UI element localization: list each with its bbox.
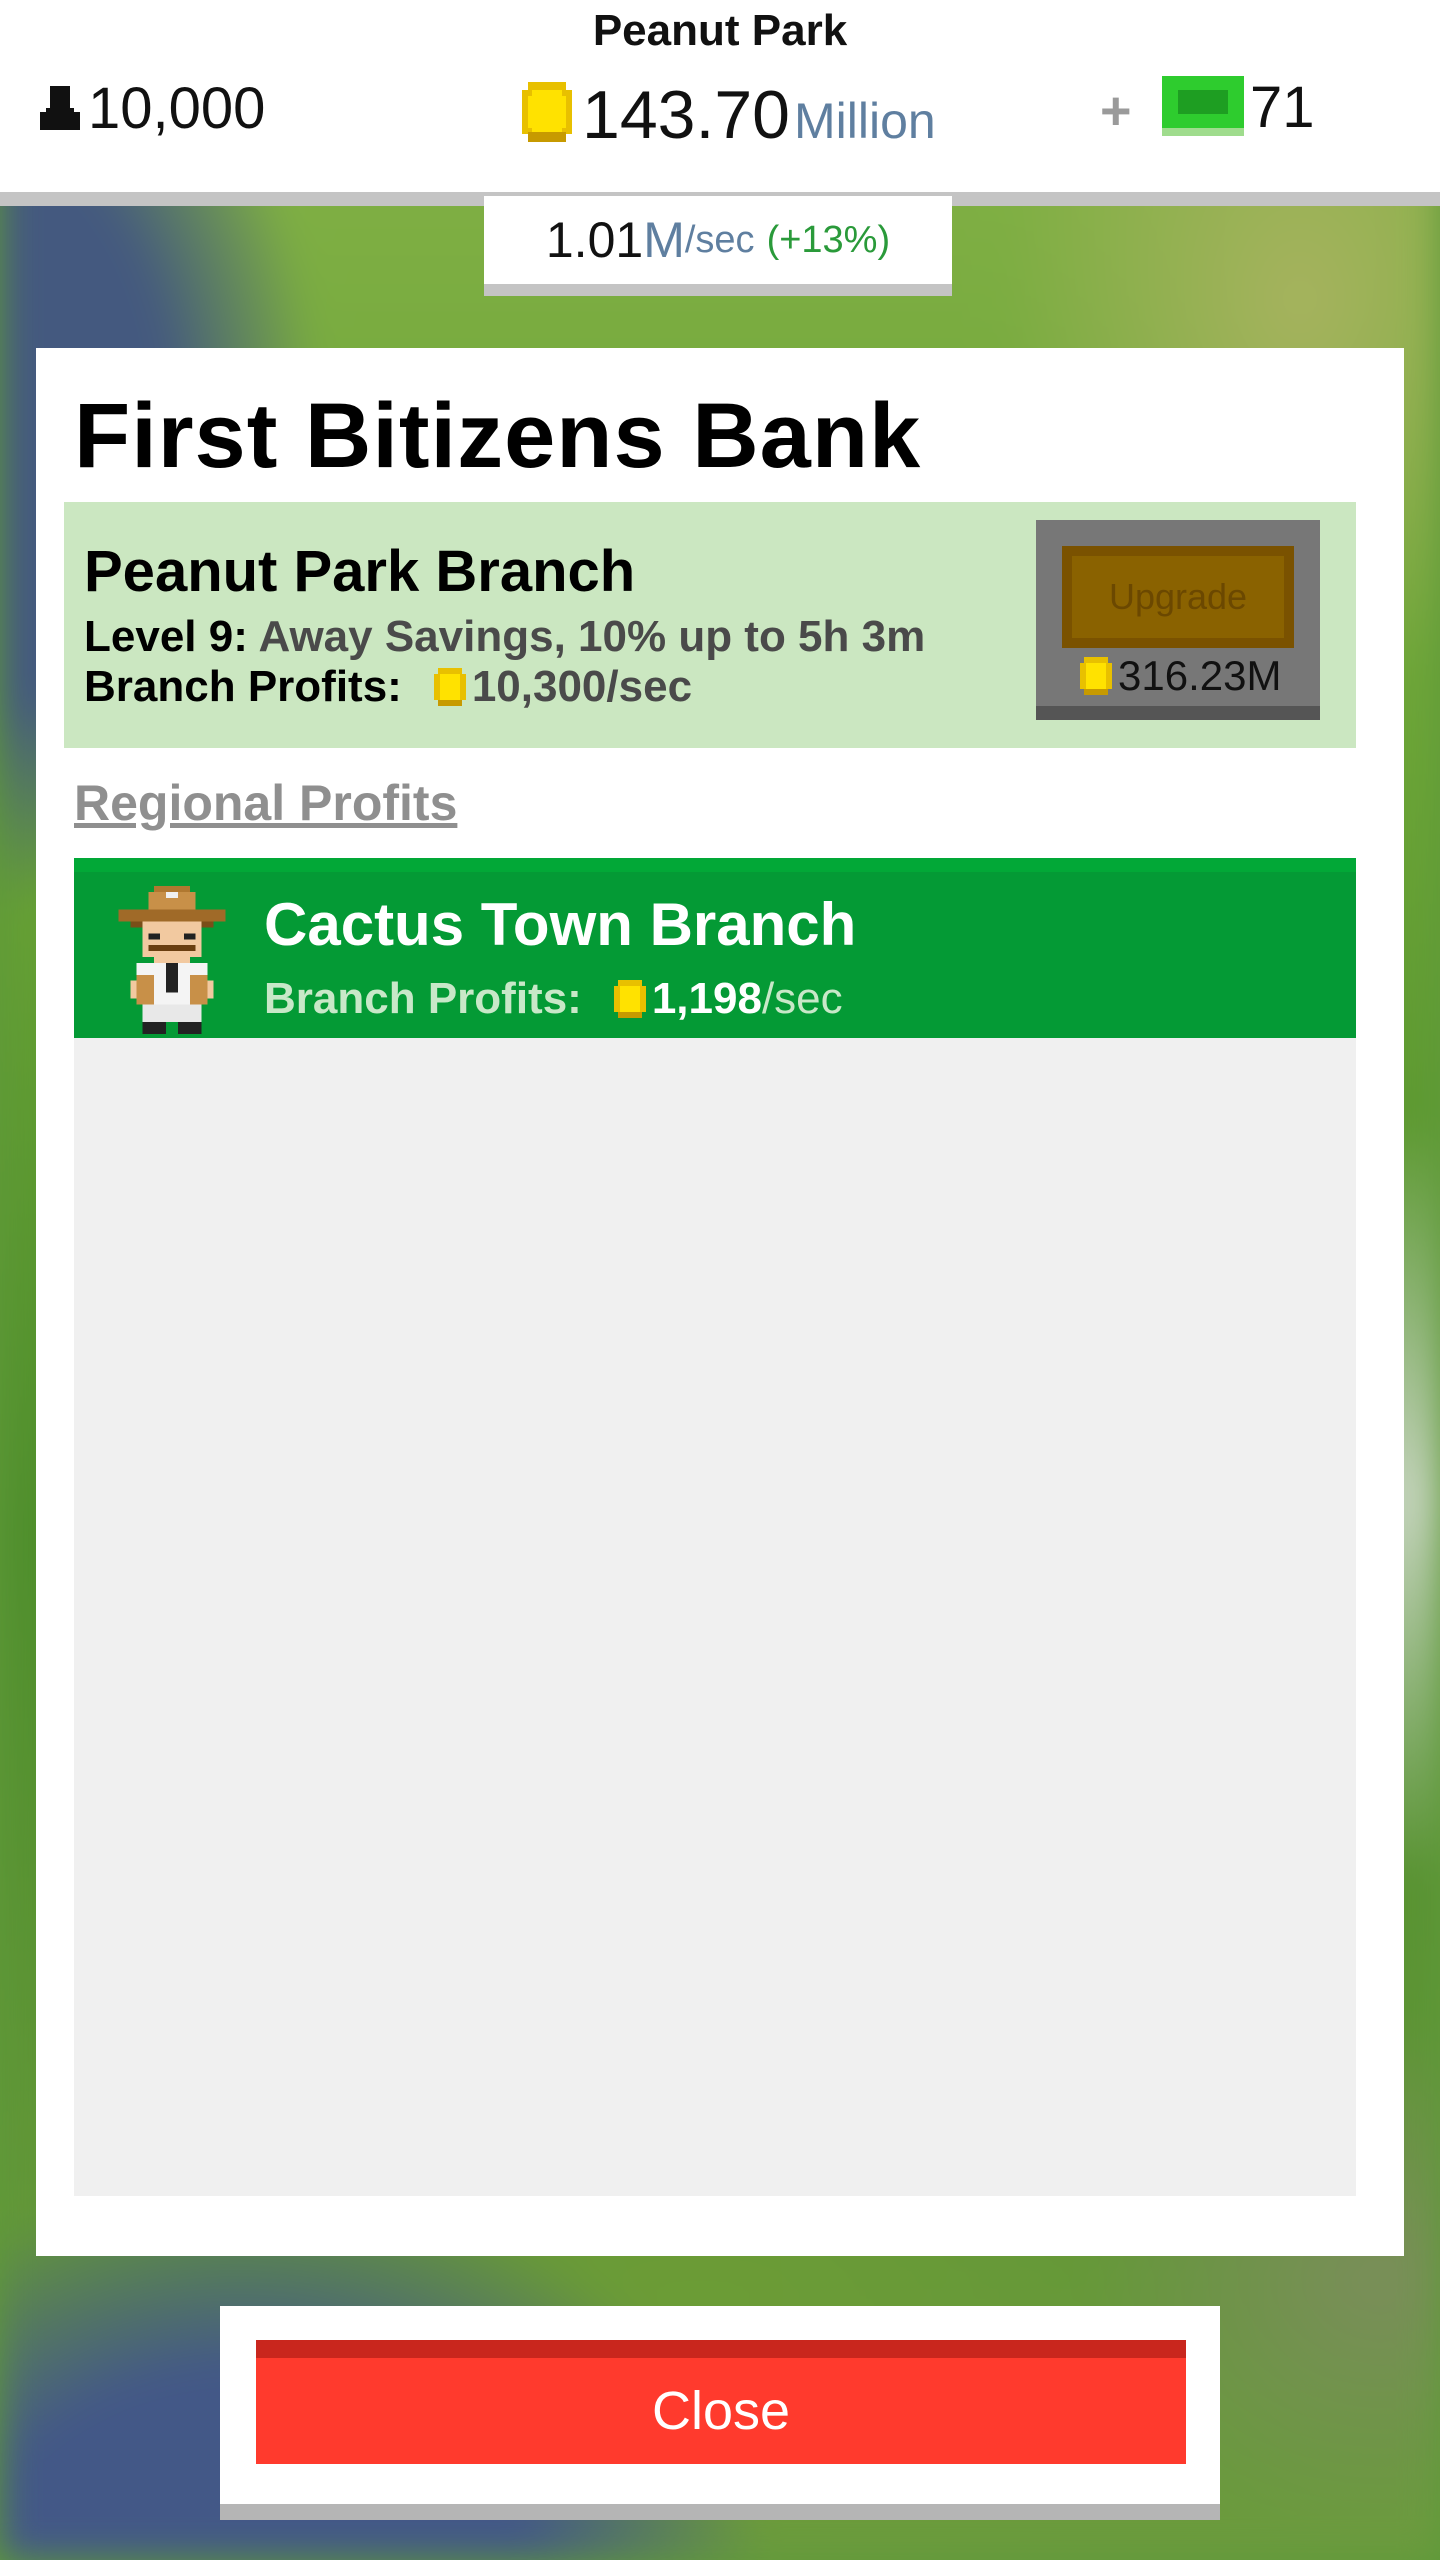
regional-list: Cactus Town Branch Branch Profits: 1,198… <box>74 858 1356 2196</box>
coin-icon <box>433 668 466 706</box>
branch-level-desc: Away Savings, 10% up to 5h 3m <box>247 612 926 661</box>
regional-profits-unit: /sec <box>761 974 843 1023</box>
regional-profits-label: Branch Profits: <box>264 974 582 1023</box>
person-icon <box>40 86 80 130</box>
branch-level: Level 9: Away Savings, 10% up to 5h 3m <box>84 612 925 662</box>
city-name: Peanut Park <box>592 6 848 55</box>
coin-balance-value: 143.70 <box>582 77 790 153</box>
coin-icon <box>1080 657 1112 695</box>
close-button[interactable]: Close <box>256 2340 1186 2464</box>
income-rate-bonus: (+13%) <box>766 218 891 261</box>
cowboy-avatar-icon <box>118 886 226 1034</box>
panel-title: First Bitizens Bank <box>74 385 922 487</box>
branch-level-label: Level 9: <box>84 612 248 661</box>
population-counter[interactable]: 10,000 <box>38 75 266 141</box>
upgrade-cost-value: 316.23M <box>1118 652 1282 699</box>
branch-name: Peanut Park Branch <box>84 539 636 604</box>
bank-panel: First Bitizens Bank Peanut Park Branch L… <box>36 348 1404 2256</box>
regional-profits-heading: Regional Profits <box>74 775 458 831</box>
coin-icon <box>522 82 572 142</box>
branch-profits-label: Branch Profits: <box>84 662 402 711</box>
branch-profits: Branch Profits: 10,300/sec <box>84 662 692 712</box>
upgrade-box: Upgrade 316.23M <box>1036 520 1320 720</box>
coin-balance: 143.70 Million <box>520 76 936 153</box>
list-item[interactable]: Cactus Town Branch Branch Profits: 1,198… <box>74 858 1356 1038</box>
income-rate-value: 1.01 <box>545 212 644 268</box>
top-hud: Peanut Park 10,000 143.70 Million + 71 <box>0 0 1440 206</box>
income-rate-tab: 1.01 M /sec (+13%) <box>484 196 952 296</box>
close-button-frame: Close <box>220 2306 1220 2520</box>
coin-icon <box>613 980 646 1018</box>
regional-branch-name: Cactus Town Branch <box>264 891 857 958</box>
bux-value: 71 <box>1250 75 1315 140</box>
population-value: 10,000 <box>88 75 266 141</box>
income-rate-unit: M <box>643 212 685 268</box>
regional-profits-value: 1,198 <box>651 974 762 1023</box>
coin-balance-unit: Million <box>793 93 936 149</box>
income-rate-per-sec: /sec <box>684 218 755 261</box>
upgrade-cost: 316.23M <box>1078 652 1281 700</box>
upgrade-button[interactable]: Upgrade <box>1062 546 1294 648</box>
bux-icon <box>1162 76 1244 136</box>
branch-profits-value: 10,300/sec <box>471 662 693 711</box>
regional-branch-profits: Branch Profits: 1,198/sec <box>264 974 843 1024</box>
home-branch-card: Peanut Park Branch Level 9: Away Savings… <box>64 502 1356 748</box>
buy-bux-button[interactable]: + <box>1100 80 1132 142</box>
